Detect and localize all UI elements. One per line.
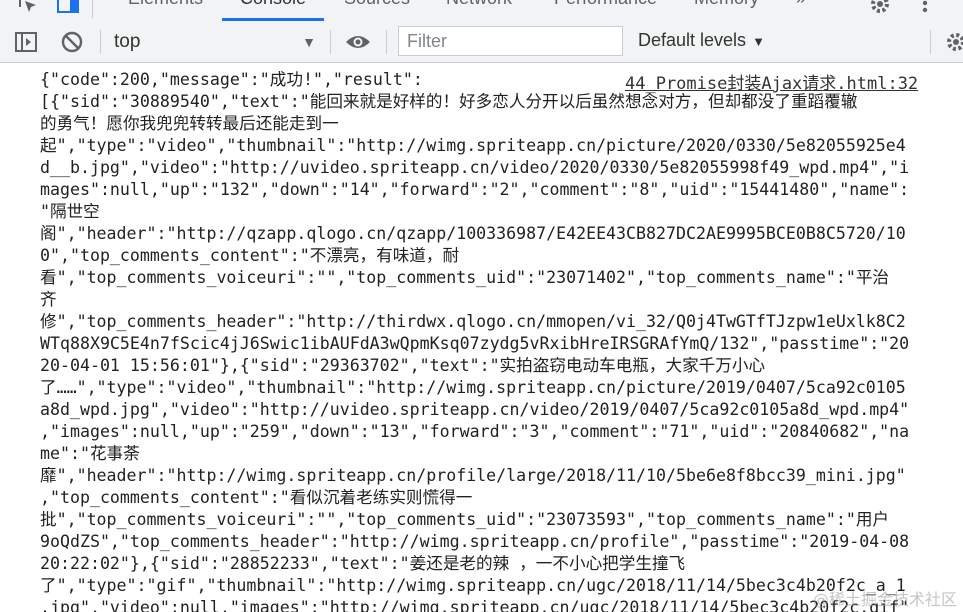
log-levels-dropdown[interactable]: Default levels ▼: [638, 30, 765, 51]
log-line: ,"top_comments_content":"看似沉着老练实则慌得一: [40, 488, 473, 507]
log-line: 批","top_comments_voiceuri":"","top_comme…: [40, 510, 890, 529]
tab-performance[interactable]: Performance: [554, 0, 657, 9]
more-tabs-button[interactable]: »: [796, 0, 806, 9]
log-line: ,"images":null,"up":"259","down":"13","f…: [40, 422, 910, 441]
settings-gear-icon[interactable]: [868, 0, 892, 21]
live-expression-eye-icon[interactable]: [344, 31, 372, 58]
log-line: .jpg","video":null,"images":"http://wimg…: [40, 598, 910, 612]
device-toolbar-icon[interactable]: [56, 0, 82, 21]
log-line: 0","top_comments_content":"不漂亮，有味道，耐: [40, 246, 460, 265]
log-line: 了","type":"gif","thumbnail":"http://wimg…: [40, 576, 906, 595]
toolbar-separator: [930, 30, 931, 54]
tab-memory[interactable]: Memory: [694, 0, 759, 9]
log-line: 的勇气！愿你我兜兜转转最后还能走到一: [40, 114, 339, 133]
clear-console-icon[interactable]: [60, 30, 84, 59]
log-line: {"code":200,"message":"成功!","result":: [40, 70, 423, 89]
log-line: 起","type":"video","thumbnail":"http://wi…: [40, 136, 906, 155]
log-line: [{"sid":"30889540","text":"能回来就是好样的！好多恋人…: [40, 92, 858, 111]
tab-sources[interactable]: Sources: [344, 0, 410, 9]
log-line: 修","top_comments_header":"http://thirdwx…: [40, 312, 906, 331]
filter-input[interactable]: [398, 26, 623, 56]
log-line: 靡","header":"http://wimg.spriteapp.cn/pr…: [40, 466, 906, 485]
log-levels-label: Default levels: [638, 30, 747, 50]
log-line: mages":null,"up":"132","down":"14","forw…: [40, 180, 910, 199]
devtools-tab-bar: Elements Console Sources Network Perform…: [0, 0, 963, 23]
log-line: d__b.jpg","video":"http://uvideo.spritea…: [40, 158, 910, 177]
console-log-message: {"code":200,"message":"成功!","result": [{…: [40, 69, 940, 612]
log-line: 9oQdZS","top_comments_header":"http://wi…: [40, 532, 910, 551]
inspect-element-icon[interactable]: [16, 0, 40, 21]
log-line: a8d_wpd.jpg","video":"http://uvideo.spri…: [40, 400, 910, 419]
log-line: 齐: [40, 290, 57, 309]
chevron-down-icon: ▼: [302, 34, 316, 50]
log-line: 阁","header":"http://qzapp.qlogo.cn/qzapp…: [40, 224, 906, 243]
log-line: "隔世空: [40, 202, 100, 221]
active-tab-indicator: [222, 18, 324, 21]
tab-elements[interactable]: Elements: [128, 0, 203, 9]
caret-down-icon: ▼: [752, 34, 765, 49]
tab-separator: [92, 0, 93, 18]
toolbar-separator: [386, 30, 387, 54]
watermark: @稀土掘金技术社区: [812, 590, 957, 609]
toolbar-separator: [100, 30, 101, 54]
log-line: 看","top_comments_voiceuri":"","top_comme…: [40, 268, 890, 287]
context-value: top: [114, 31, 141, 52]
console-toolbar: top ▼ Default levels ▼: [0, 22, 963, 63]
tab-console[interactable]: Console: [240, 0, 306, 9]
log-line: 了……","type":"video","thumbnail":"http://…: [40, 378, 906, 397]
more-options-icon[interactable]: [920, 0, 930, 21]
log-line: 20-04-01 15:56:01"},{"sid":"29363702","t…: [40, 356, 766, 375]
console-settings-gear-icon[interactable]: [944, 30, 963, 59]
toolbar-separator: [330, 30, 331, 54]
log-line: me":"花事荼: [40, 444, 140, 463]
console-output: 44_Promise封装Ajax请求.html:32 {"code":200,"…: [0, 63, 963, 612]
log-line: 20:22:02"},{"sid":"28852233","text":"姜还是…: [40, 554, 686, 573]
tab-network[interactable]: Network: [446, 0, 512, 9]
log-line: WTq88X9C5E4n7fScic4jJ6Swic1ibAUFdA3wQpmK…: [40, 334, 910, 353]
toggle-sidebar-icon[interactable]: [14, 30, 38, 59]
javascript-context-select[interactable]: top ▼: [114, 29, 320, 55]
